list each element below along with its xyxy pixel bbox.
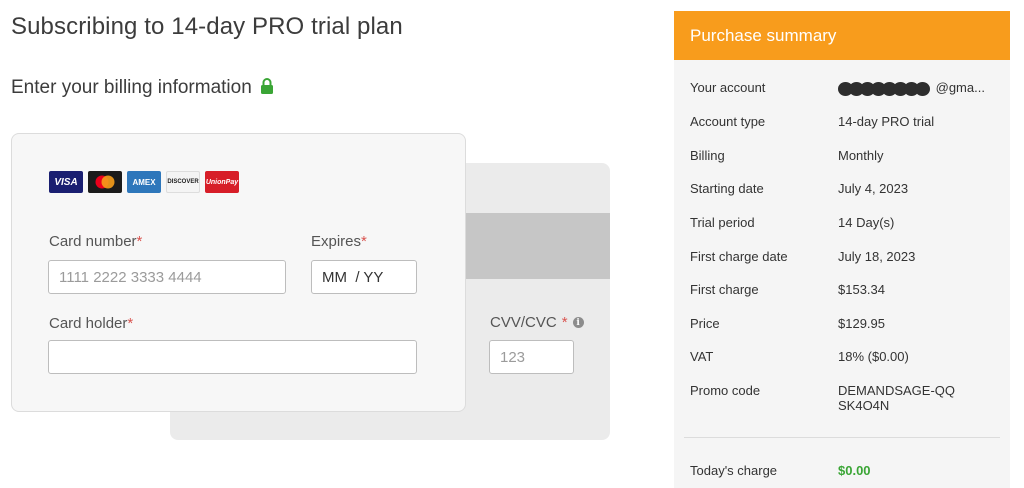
summary-row-value: $153.34 xyxy=(838,282,885,297)
lock-icon xyxy=(260,78,274,94)
summary-row-label: Promo code xyxy=(690,383,761,398)
summary-row-label: VAT xyxy=(690,349,714,364)
purchase-summary: Purchase summary Your account @gma... Ac… xyxy=(674,11,1010,488)
summary-row-value: July 4, 2023 xyxy=(838,181,909,196)
summary-row-first-charge: First charge $153.34 xyxy=(690,282,1002,297)
card-holder-label: Card holder* xyxy=(49,315,133,332)
summary-row-label: Account type xyxy=(690,114,766,129)
summary-row-label: First charge xyxy=(690,282,759,297)
summary-row-vat: VAT 18% ($0.00) xyxy=(690,349,1002,364)
summary-row-account-type: Account type 14-day PRO trial xyxy=(690,114,1002,129)
summary-row-value: 14-day PRO trial xyxy=(838,114,935,129)
card-number-input[interactable]: 1111 2222 3333 4444 xyxy=(48,260,286,294)
summary-row-value: @gma... xyxy=(838,80,1002,96)
summary-row-first-charge-date: First charge date July 18, 2023 xyxy=(690,249,1002,264)
masked-email xyxy=(838,81,930,96)
summary-row-price: Price $129.95 xyxy=(690,316,1002,331)
summary-row-value: 14 Day(s) xyxy=(838,215,895,230)
expires-label: Expires* xyxy=(311,233,367,250)
expires-required-mark: * xyxy=(361,233,367,250)
summary-row-account: Your account @gma... xyxy=(690,80,1002,96)
summary-header: Purchase summary xyxy=(674,11,1010,60)
summary-row-label: Price xyxy=(690,316,720,331)
cvv-label: CVV/CVC * i xyxy=(490,314,584,331)
today-charge-value: $0.00 xyxy=(838,463,871,478)
summary-row-trial-period: Trial period 14 Day(s) xyxy=(690,215,1002,230)
cvv-required-mark: * xyxy=(561,314,568,331)
summary-divider xyxy=(684,437,1000,438)
summary-row-value: 18% ($0.00) xyxy=(838,349,909,364)
page-title: Subscribing to 14-day PRO trial plan xyxy=(11,13,403,40)
summary-row-today-charge: Today's charge $0.00 xyxy=(690,463,1002,478)
summary-row-value: DEMANDSAGE-QQSK4O4N xyxy=(838,383,956,413)
cvv-label-text: CVV/CVC xyxy=(490,314,557,331)
visa-logo: VISA xyxy=(49,171,83,193)
expires-label-text: Expires xyxy=(311,233,362,250)
card-number-required-mark: * xyxy=(136,233,143,250)
summary-row-label: Your account xyxy=(690,80,766,95)
summary-row-value: July 18, 2023 xyxy=(838,249,916,264)
mastercard-logo xyxy=(88,171,122,193)
card-holder-input[interactable] xyxy=(48,340,417,374)
summary-row-label: First charge date xyxy=(690,249,788,264)
summary-row-billing: Billing Monthly xyxy=(690,148,1002,163)
summary-row-starting-date: Starting date July 4, 2023 xyxy=(690,181,1002,196)
summary-row-value: $129.95 xyxy=(838,316,885,331)
card-front: VISA AMEX DISCOVER UnionPay Card number*… xyxy=(11,133,466,412)
card-number-label-text: Card number xyxy=(49,233,137,250)
info-icon[interactable]: i xyxy=(572,317,584,328)
summary-row-label: Trial period xyxy=(690,215,755,230)
billing-heading-text: Enter your billing information xyxy=(11,77,252,98)
expires-input[interactable]: MM / YY xyxy=(311,260,417,294)
billing-heading: Enter your billing information xyxy=(11,77,274,99)
unionpay-logo: UnionPay xyxy=(205,171,239,193)
amex-logo: AMEX xyxy=(127,171,161,193)
summary-row-label: Billing xyxy=(690,148,725,163)
summary-row-promo-code: Promo code DEMANDSAGE-QQSK4O4N xyxy=(690,383,1002,413)
card-holder-label-text: Card holder xyxy=(49,315,128,332)
card-number-label: Card number* xyxy=(49,233,142,250)
summary-row-label: Today's charge xyxy=(690,463,778,478)
summary-row-label: Starting date xyxy=(690,181,764,196)
cvv-input[interactable]: 123 xyxy=(489,340,574,374)
card-logos: VISA AMEX DISCOVER UnionPay xyxy=(49,171,239,193)
card-holder-required-mark: * xyxy=(127,315,134,332)
summary-row-value: Monthly xyxy=(838,148,884,163)
discover-logo: DISCOVER xyxy=(166,171,200,193)
email-domain: @gma... xyxy=(935,80,985,95)
